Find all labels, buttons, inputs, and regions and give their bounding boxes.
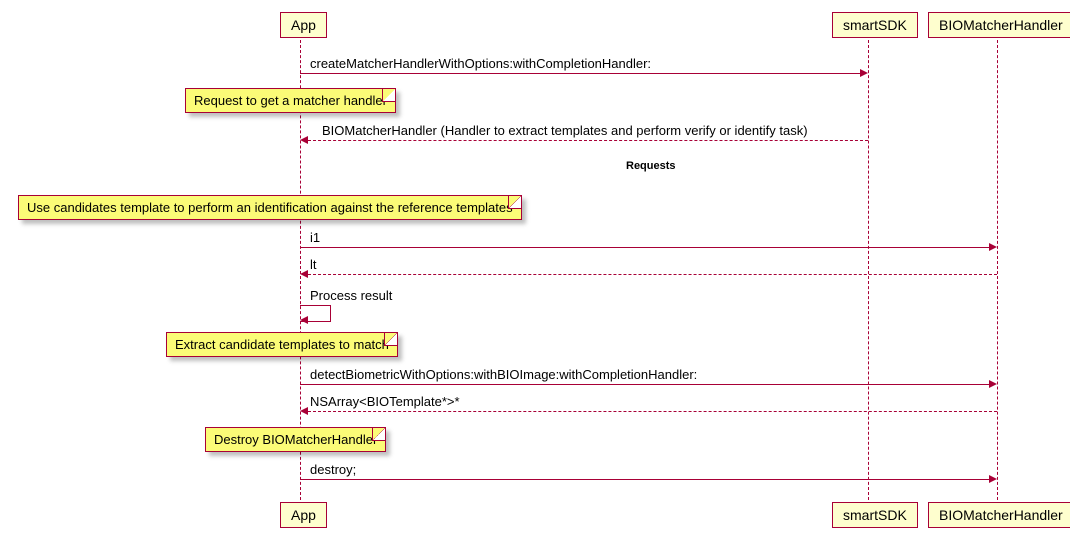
msg-i1: i1 [310, 230, 320, 245]
group-requests: Requests [624, 160, 678, 172]
note-request-handler: Request to get a matcher handler [185, 88, 396, 113]
participant-smartsdk-bottom: smartSDK [832, 502, 918, 528]
msg-process-result: Process result [310, 288, 392, 303]
note-extract-candidates: Extract candidate templates to match [166, 332, 398, 357]
note-use-candidates: Use candidates template to perform an id… [18, 195, 522, 220]
participant-biohandler-top: BIOMatcherHandler [928, 12, 1070, 38]
lifeline-smartsdk [868, 40, 869, 500]
arrowhead-i1 [989, 243, 997, 251]
arrowhead-return-handler [300, 136, 308, 144]
arrowhead-create-handler [860, 69, 868, 77]
arrow-i1 [300, 247, 989, 248]
msg-destroy: destroy; [310, 462, 356, 477]
arrow-create-handler [300, 73, 860, 74]
msg-lt: lt [310, 257, 317, 272]
arrow-destroy [300, 479, 989, 480]
note-destroy-handler: Destroy BIOMatcherHandler [205, 427, 386, 452]
participant-biohandler-bottom: BIOMatcherHandler [928, 502, 1070, 528]
participant-app-top: App [280, 12, 327, 38]
msg-nsarray: NSArray<BIOTemplate*>* [310, 394, 460, 409]
arrow-return-handler [308, 140, 868, 141]
arrowhead-nsarray [300, 407, 308, 415]
sequence-diagram: App smartSDK BIOMatcherHandler App smart… [10, 10, 1060, 530]
msg-detect-biometric: detectBiometricWithOptions:withBIOImage:… [310, 367, 697, 382]
participant-smartsdk-top: smartSDK [832, 12, 918, 38]
arrowhead-detect-biometric [989, 380, 997, 388]
msg-return-handler: BIOMatcherHandler (Handler to extract te… [322, 123, 808, 138]
arrow-lt [308, 274, 997, 275]
arrow-detect-biometric [300, 384, 989, 385]
arrow-nsarray [308, 411, 997, 412]
msg-create-handler: createMatcherHandlerWithOptions:withComp… [310, 56, 651, 71]
arrowhead-destroy [989, 475, 997, 483]
lifeline-biohandler [997, 40, 998, 500]
participant-app-bottom: App [280, 502, 327, 528]
arrowhead-process-result [300, 316, 308, 324]
arrowhead-lt [300, 270, 308, 278]
